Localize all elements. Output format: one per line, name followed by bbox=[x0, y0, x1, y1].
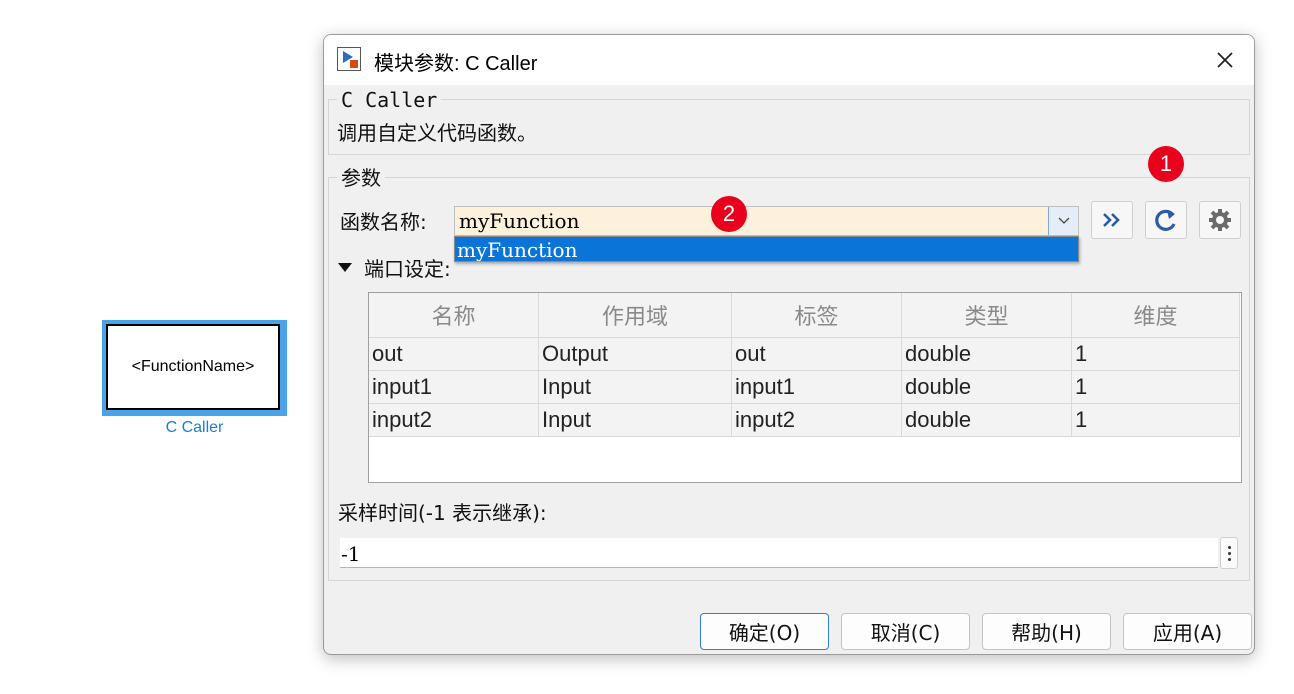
annotation-badge-2: 2 bbox=[711, 196, 747, 232]
table-cell[interactable]: 1 bbox=[1071, 403, 1240, 437]
table-cell[interactable]: double bbox=[901, 337, 1072, 371]
block-label[interactable]: C Caller bbox=[102, 419, 287, 437]
close-button[interactable] bbox=[1208, 43, 1242, 77]
function-name-label: 函数名称: bbox=[340, 210, 427, 234]
table-cell[interactable]: Output bbox=[538, 337, 732, 371]
settings-button[interactable] bbox=[1199, 201, 1241, 239]
triangle-down-icon bbox=[338, 263, 352, 272]
column-header-dimension[interactable]: 维度 bbox=[1071, 293, 1240, 338]
table-cell[interactable]: input2 bbox=[369, 403, 539, 437]
sample-time-input[interactable]: -1 bbox=[340, 538, 1218, 568]
table-cell[interactable]: double bbox=[901, 370, 1072, 404]
table-cell[interactable]: 1 bbox=[1071, 370, 1240, 404]
gear-icon bbox=[1209, 209, 1231, 231]
table-row[interactable]: input2 Input input2 double 1 bbox=[369, 403, 1240, 437]
table-cell[interactable]: input1 bbox=[369, 370, 539, 404]
block-group-legend: C Caller bbox=[337, 88, 442, 112]
column-header-label[interactable]: 标签 bbox=[731, 293, 902, 338]
column-header-type[interactable]: 类型 bbox=[901, 293, 1072, 338]
port-settings-toggle[interactable]: 端口设定: bbox=[338, 253, 451, 282]
sample-time-more-button[interactable] bbox=[1220, 537, 1238, 569]
double-chevron-right-icon bbox=[1103, 213, 1120, 227]
dropdown-option-myfunction[interactable]: myFunction bbox=[457, 238, 577, 262]
sample-time-label: 采样时间(-1 表示继承): bbox=[338, 501, 547, 525]
refresh-icon bbox=[1155, 209, 1176, 231]
title-bar: 模块参数: C Caller bbox=[324, 35, 1254, 85]
table-cell[interactable]: out bbox=[369, 337, 539, 371]
block-parameters-dialog: 模块参数: C Caller C Caller 调用自定义代码函数。 参数 函数… bbox=[323, 34, 1255, 655]
cancel-button[interactable]: 取消(C) bbox=[841, 613, 970, 650]
port-table: 名称 作用域 标签 类型 维度 out Output out double 1 … bbox=[368, 292, 1242, 483]
block-description: 调用自定义代码函数。 bbox=[337, 121, 537, 145]
more-vertical-icon bbox=[1227, 545, 1231, 549]
column-header-scope[interactable]: 作用域 bbox=[538, 293, 732, 338]
expand-button[interactable] bbox=[1091, 201, 1133, 239]
dropdown-button[interactable] bbox=[1048, 207, 1078, 235]
function-name-combobox[interactable]: myFunction bbox=[454, 206, 1079, 236]
close-icon bbox=[1217, 52, 1233, 68]
table-row[interactable]: out Output out double 1 bbox=[369, 337, 1240, 371]
simulink-block-icon bbox=[337, 47, 361, 71]
table-cell[interactable]: input1 bbox=[731, 370, 902, 404]
table-cell[interactable]: Input bbox=[538, 403, 732, 437]
parameters-legend: 参数 bbox=[337, 162, 385, 191]
refresh-button[interactable] bbox=[1145, 201, 1187, 239]
ok-button[interactable]: 确定(O) bbox=[700, 613, 829, 650]
apply-button[interactable]: 应用(A) bbox=[1123, 613, 1252, 650]
annotation-badge-1: 1 bbox=[1148, 146, 1184, 182]
column-header-name[interactable]: 名称 bbox=[369, 293, 539, 338]
table-cell[interactable]: 1 bbox=[1071, 337, 1240, 371]
table-cell[interactable]: double bbox=[901, 403, 1072, 437]
port-settings-label: 端口设定: bbox=[364, 257, 451, 281]
sample-time-value: -1 bbox=[341, 542, 361, 566]
help-button[interactable]: 帮助(H) bbox=[982, 613, 1111, 650]
function-name-value: myFunction bbox=[459, 209, 580, 233]
table-cell[interactable]: out bbox=[731, 337, 902, 371]
table-cell[interactable]: input2 bbox=[731, 403, 902, 437]
c-caller-block[interactable]: <FunctionName> bbox=[106, 324, 280, 410]
dialog-title: 模块参数: C Caller bbox=[374, 53, 538, 75]
table-cell[interactable]: Input bbox=[538, 370, 732, 404]
block-text: <FunctionName> bbox=[131, 358, 255, 375]
function-dropdown-list: myFunction bbox=[454, 236, 1079, 262]
chevron-down-icon bbox=[1058, 217, 1069, 224]
table-row[interactable]: input1 Input input1 double 1 bbox=[369, 370, 1240, 404]
